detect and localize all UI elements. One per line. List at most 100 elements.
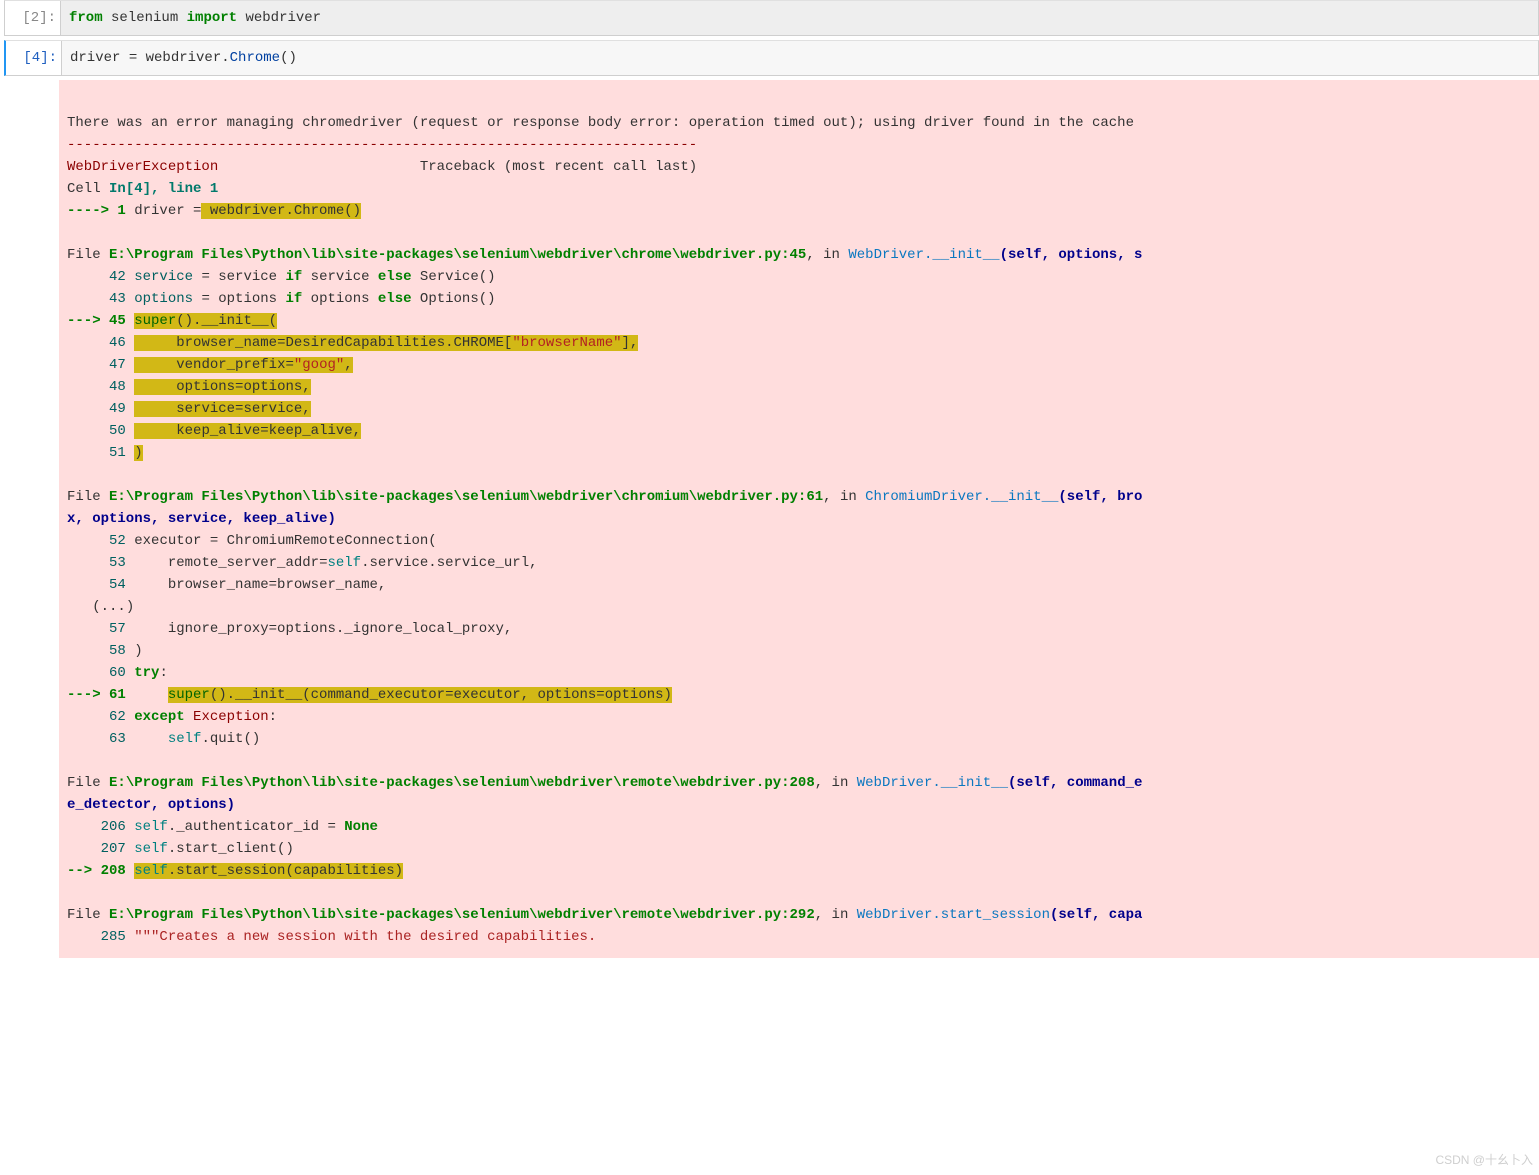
in-label: , in [815, 775, 857, 791]
keyword: except [134, 709, 184, 725]
string: "browserName" [512, 335, 621, 351]
in-label: , in [815, 907, 857, 923]
code-text: ChromiumRemoteConnection( [218, 533, 436, 549]
output-gutter [4, 80, 59, 958]
keyword-from: from [69, 10, 103, 26]
keyword-none: None [336, 819, 378, 835]
code-text: service [210, 269, 286, 285]
code-text: ().__init__( [176, 313, 277, 329]
keyword: else [378, 291, 412, 307]
code-text: browser_name=DesiredCapabilities.CHROME[ [143, 335, 513, 351]
arrow-icon: ---> 61 [67, 687, 134, 703]
keyword: try [134, 665, 159, 681]
op: = [327, 819, 335, 835]
function-name: WebDriver.start_session [857, 907, 1050, 923]
dot: . [221, 50, 229, 66]
function-name: WebDriver.__init__ [848, 247, 999, 263]
error-output[interactable]: There was an error managing chromedriver… [59, 80, 1539, 958]
function-name: WebDriver.__init__ [857, 775, 1008, 791]
code-text: .service.service_url, [361, 555, 537, 571]
signature-params: (self, capa [1050, 907, 1142, 923]
code-text: ], [622, 335, 639, 351]
lineno: 58 [67, 643, 134, 659]
lineno: 54 [67, 577, 134, 593]
self-ref: self [134, 863, 168, 879]
lineno: 42 service [67, 269, 201, 285]
file-prefix: File [67, 489, 109, 505]
code-text: ().__init__(command_executor=executor, o… [210, 687, 672, 703]
code-text: ) [134, 643, 142, 659]
code-text: driver [134, 203, 193, 219]
lineno: 48 [67, 379, 134, 395]
watermark: CSDN @十幺卜入 [1435, 1149, 1533, 1171]
signature-params: (self, command_e [1008, 775, 1142, 791]
import-name: webdriver [245, 10, 321, 26]
file-prefix: File [67, 247, 109, 263]
arrow-icon: ----> 1 [67, 203, 134, 219]
signature-params: (self, bro [1058, 489, 1142, 505]
pad [134, 687, 168, 703]
highlighted-code: webdriver.Chrome() [201, 203, 361, 219]
code-text: browser_name=browser_name, [134, 577, 386, 593]
notebook: [2]: from selenium import webdriver [4]:… [0, 0, 1539, 958]
module-ref: webdriver [137, 50, 221, 66]
cell-ref-prefix: Cell [67, 181, 109, 197]
code-text: .start_client() [168, 841, 294, 857]
builtin: super [134, 313, 176, 329]
file-path: E:\Program Files\Python\lib\site-package… [109, 489, 823, 505]
builtin: super [168, 687, 210, 703]
op: = [201, 291, 209, 307]
keyword: if [285, 269, 302, 285]
lineno: 60 [67, 665, 134, 681]
pad [134, 731, 168, 747]
highlighted-code: service=service, [143, 401, 311, 417]
code-text: , [344, 357, 352, 373]
self-ref: self [134, 819, 168, 835]
self-ref: self [134, 841, 168, 857]
prompt-label: [4]: [6, 41, 61, 75]
code-cell-1[interactable]: [2]: from selenium import webdriver [4, 0, 1539, 36]
signature-params-cont: e_detector, options) [67, 797, 235, 813]
stdout-line: There was an error managing chromedriver… [67, 115, 1134, 131]
lineno: 285 [67, 929, 134, 945]
lineno: 63 [67, 731, 134, 747]
code-cell-2[interactable]: [4]: driver = webdriver.Chrome() [4, 40, 1539, 76]
signature-params-cont: x, options, service, keep_alive) [67, 511, 336, 527]
lineno: 207 [67, 841, 134, 857]
code-text: executor [134, 533, 210, 549]
file-path: E:\Program Files\Python\lib\site-package… [109, 907, 815, 923]
colon: : [269, 709, 277, 725]
in-label: , in [823, 489, 865, 505]
keyword: if [285, 291, 302, 307]
code-text: ignore_proxy=options._ignore_local_proxy… [134, 621, 512, 637]
code-text: options [210, 291, 286, 307]
string: "goog" [294, 357, 344, 373]
lineno: 206 [67, 819, 134, 835]
code-input[interactable]: from selenium import webdriver [60, 1, 1538, 35]
op: = [201, 269, 209, 285]
highlighted-code: keep_alive=keep_alive, [143, 423, 361, 439]
file-path: E:\Program Files\Python\lib\site-package… [109, 775, 815, 791]
lineno: 43 options [67, 291, 201, 307]
code-text: options [302, 291, 378, 307]
class-name: Chrome [230, 50, 280, 66]
exception-name: WebDriverException [67, 159, 218, 175]
module-name: selenium [111, 10, 178, 26]
code-text: vendor_prefix= [143, 357, 294, 373]
lineno: 46 [67, 335, 134, 351]
code-input[interactable]: driver = webdriver.Chrome() [61, 41, 1538, 75]
highlighted-code: ) [134, 445, 142, 461]
arrow-icon: --> 208 [67, 863, 134, 879]
code-text: remote_server_addr= [134, 555, 327, 571]
file-path: E:\Program Files\Python\lib\site-package… [109, 247, 806, 263]
lineno: 62 [67, 709, 134, 725]
exception-type: Exception [185, 709, 269, 725]
code-text: service [302, 269, 378, 285]
docstring: """Creates a new session with the desire… [134, 929, 596, 945]
lineno: 52 [67, 533, 134, 549]
in-label: , in [806, 247, 848, 263]
lineno: 50 [67, 423, 134, 439]
colon: : [159, 665, 167, 681]
traceback-label: Traceback (most recent call last) [420, 159, 697, 175]
lineno: 49 [67, 401, 134, 417]
